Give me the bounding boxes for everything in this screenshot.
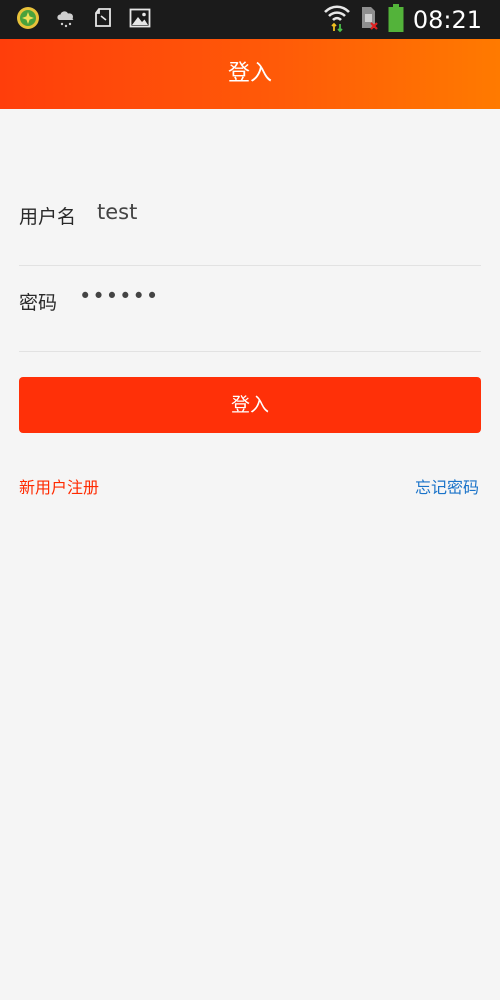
battery-icon xyxy=(387,3,405,37)
password-label: 密码 xyxy=(19,292,58,314)
status-bar-left-icons xyxy=(16,6,152,34)
cloud-rain-icon xyxy=(54,6,78,34)
login-button[interactable]: 登入 xyxy=(19,377,481,433)
app-badge-icon xyxy=(16,6,40,34)
forgot-password-link[interactable]: 忘记密码 xyxy=(415,474,479,498)
username-label: 用户名 xyxy=(19,206,77,228)
image-icon xyxy=(128,6,152,34)
password-input[interactable]: •••••• xyxy=(79,284,159,308)
username-row: 用户名 test xyxy=(19,180,481,266)
username-input[interactable]: test xyxy=(97,200,137,224)
wifi-icon xyxy=(323,3,351,37)
status-bar-right-icons: 08:21 xyxy=(323,4,482,36)
register-link[interactable]: 新用户注册 xyxy=(19,474,99,498)
login-form: 用户名 test 密码 •••••• xyxy=(19,180,481,352)
status-bar: 08:21 xyxy=(0,0,500,39)
sim-no-signal-icon xyxy=(359,4,379,36)
status-time: 08:21 xyxy=(412,6,482,34)
title-bar: 登入 xyxy=(0,39,500,109)
password-row: 密码 •••••• xyxy=(19,266,481,352)
page-title: 登入 xyxy=(227,61,272,86)
file-icon xyxy=(92,6,114,34)
